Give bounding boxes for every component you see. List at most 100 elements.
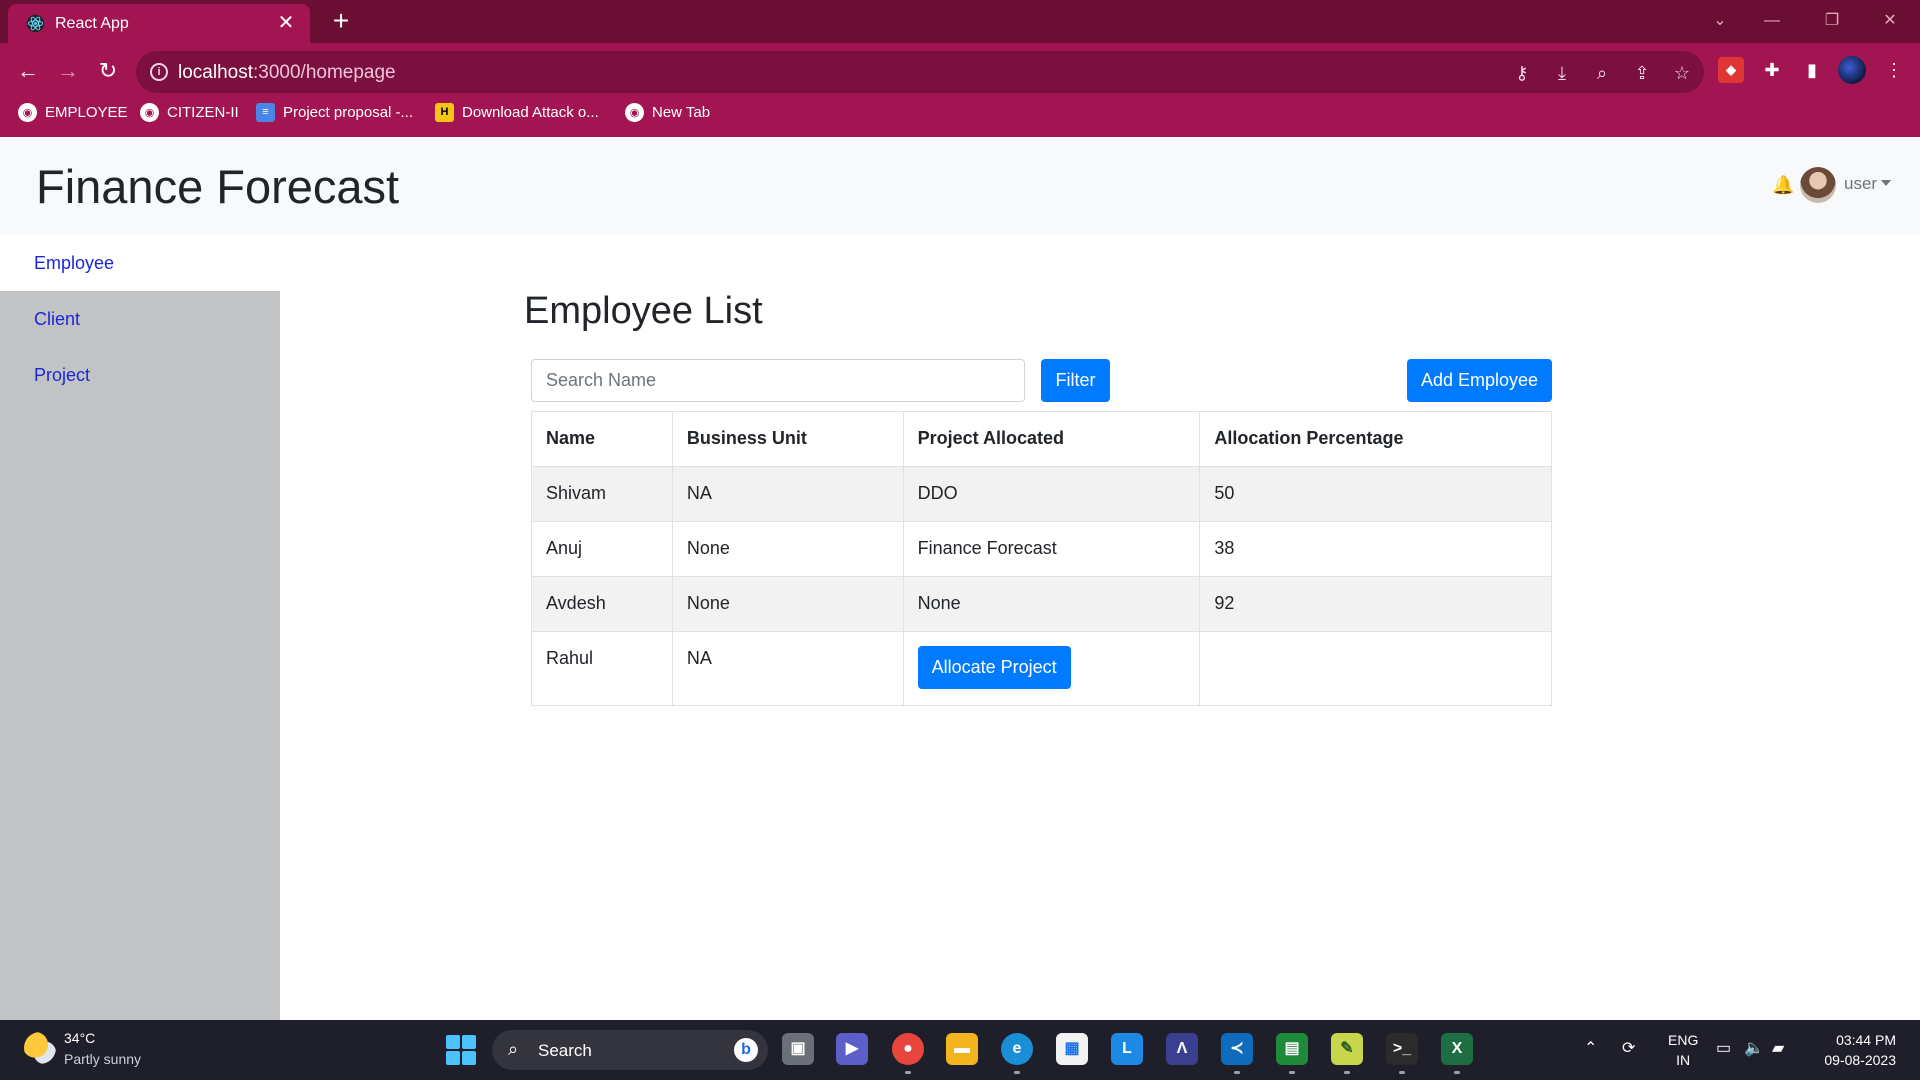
- system-clock[interactable]: 03:44 PM 09-08-2023: [1808, 1030, 1896, 1070]
- bing-icon[interactable]: b: [734, 1038, 758, 1062]
- browser-tab[interactable]: React App ✕: [8, 4, 310, 43]
- weather-temperature[interactable]: 34°C: [64, 1030, 95, 1046]
- user-label: user: [1844, 174, 1878, 193]
- add-employee-button[interactable]: Add Employee: [1407, 359, 1552, 402]
- weather-condition[interactable]: Partly sunny: [64, 1051, 141, 1067]
- bookmark-item[interactable]: ◉ CITIZEN-II: [140, 98, 239, 126]
- table-row: Shivam NA DDO 50: [531, 466, 1552, 522]
- side-panel-icon[interactable]: ▮: [1798, 56, 1826, 84]
- globe-icon: ◉: [625, 102, 644, 122]
- sidebar-item-employee[interactable]: Employee: [0, 235, 280, 291]
- l-app-icon[interactable]: L: [1111, 1033, 1143, 1065]
- cell-percentage: [1199, 631, 1552, 706]
- sidebar-item-client[interactable]: Client: [0, 291, 280, 347]
- react-logo-icon: [26, 14, 45, 33]
- bookmark-item[interactable]: ◉ New Tab: [625, 98, 710, 126]
- user-menu[interactable]: user: [1844, 174, 1892, 194]
- filter-button[interactable]: Filter: [1041, 359, 1110, 402]
- chrome-icon[interactable]: ●: [892, 1033, 924, 1074]
- cell-percentage: 50: [1199, 466, 1552, 522]
- zoom-icon[interactable]: ⌕: [1590, 61, 1614, 85]
- cell-business-unit: NA: [671, 466, 904, 522]
- browser-menu-icon[interactable]: ⋮: [1880, 56, 1908, 84]
- clock-date: 09-08-2023: [1824, 1052, 1896, 1068]
- bookmark-item[interactable]: H Download Attack o...: [435, 98, 599, 126]
- restore-icon[interactable]: ❐: [1812, 6, 1852, 36]
- cell-name: Avdesh: [531, 576, 673, 632]
- bookmark-label: Download Attack o...: [462, 103, 599, 121]
- arc-app-icon[interactable]: Λ: [1166, 1033, 1198, 1065]
- cell-name: Anuj: [531, 521, 673, 577]
- bookmark-star-icon[interactable]: ☆: [1670, 61, 1694, 85]
- tab-search-icon[interactable]: ⌄: [1700, 6, 1740, 36]
- windows-taskbar: 34°C Partly sunny ⌕ Search b ▣ ▶ ● ▬ e ▦…: [0, 1020, 1920, 1080]
- cell-business-unit: NA: [671, 631, 904, 706]
- taskbar-search[interactable]: ⌕ Search b: [492, 1030, 768, 1070]
- cell-business-unit: None: [671, 576, 904, 632]
- table-row: Rahul NA Allocate Project: [531, 631, 1552, 706]
- terminal-icon[interactable]: >_: [1386, 1033, 1418, 1074]
- tab-close-icon[interactable]: ✕: [274, 11, 298, 35]
- employee-table: Name Business Unit Project Allocated All…: [531, 411, 1552, 706]
- bookmark-label: EMPLOYEE: [45, 103, 128, 121]
- profile-avatar-icon[interactable]: [1838, 56, 1866, 84]
- extensions-puzzle-icon[interactable]: ✚: [1758, 56, 1786, 84]
- sync-icon[interactable]: ⟳: [1622, 1038, 1635, 1060]
- vscode-icon[interactable]: ≺: [1221, 1033, 1253, 1074]
- column-header-allocation-percentage: Allocation Percentage: [1199, 411, 1552, 467]
- notepad-app-icon[interactable]: ✎: [1331, 1033, 1363, 1074]
- allocate-project-button[interactable]: Allocate Project: [917, 646, 1071, 689]
- teams-chat-icon[interactable]: ▶: [836, 1033, 868, 1065]
- extension-icon[interactable]: ◆: [1718, 57, 1744, 83]
- table-row: Anuj None Finance Forecast 38: [531, 521, 1552, 577]
- search-input[interactable]: [531, 359, 1025, 402]
- url-text: localhost:3000/homepage: [178, 62, 396, 84]
- chevron-up-icon[interactable]: ⌃: [1584, 1038, 1597, 1060]
- new-tab-button[interactable]: +: [326, 6, 356, 36]
- yellow-bookmark-icon: H: [435, 102, 454, 122]
- windows-start-icon[interactable]: [446, 1035, 476, 1065]
- language-code: ENG: [1668, 1032, 1699, 1048]
- cell-name: Rahul: [531, 631, 673, 706]
- microsoft-store-icon[interactable]: ▦: [1056, 1033, 1088, 1065]
- minimize-icon[interactable]: —: [1752, 6, 1792, 36]
- bookmark-item[interactable]: ≡ Project proposal -...: [256, 98, 413, 126]
- taskbar-search-label: Search: [538, 1041, 592, 1060]
- task-view-icon[interactable]: ▣: [782, 1033, 814, 1065]
- weather-icon[interactable]: [24, 1032, 56, 1064]
- sidebar-item-project[interactable]: Project: [0, 347, 280, 403]
- bookmark-label: Project proposal -...: [283, 103, 414, 121]
- file-explorer-icon[interactable]: ▬: [946, 1033, 978, 1065]
- clock-time: 03:44 PM: [1836, 1032, 1896, 1048]
- share-icon[interactable]: ⇪: [1630, 61, 1654, 85]
- avatar[interactable]: [1800, 167, 1836, 203]
- bookmark-item[interactable]: ◉ EMPLOYEE: [18, 98, 128, 126]
- bookmark-label: CITIZEN-II: [167, 103, 239, 121]
- install-app-icon[interactable]: ⤓: [1550, 61, 1574, 85]
- password-key-icon[interactable]: ⚷: [1510, 61, 1534, 85]
- battery-icon[interactable]: ▰: [1772, 1038, 1784, 1060]
- language-indicator[interactable]: ENG IN: [1668, 1030, 1698, 1070]
- back-icon[interactable]: ←: [12, 55, 44, 87]
- column-header-project-allocated: Project Allocated: [902, 411, 1201, 467]
- green-app-icon[interactable]: ▤: [1276, 1033, 1308, 1074]
- excel-icon[interactable]: X: [1441, 1033, 1473, 1074]
- chevron-down-icon: [1881, 180, 1892, 186]
- site-info-icon[interactable]: i: [150, 63, 168, 81]
- sidebar: Employee Client Project: [0, 235, 280, 1020]
- globe-icon: ◉: [140, 102, 159, 122]
- volume-icon[interactable]: 🔈: [1744, 1038, 1764, 1060]
- app-header: Finance Forecast 🔔 user: [0, 137, 1920, 235]
- column-header-business-unit: Business Unit: [671, 411, 904, 467]
- reload-icon[interactable]: ↻: [92, 55, 124, 87]
- close-window-icon[interactable]: ✕: [1870, 6, 1910, 36]
- browser-toolbar: ← → ↻ i localhost:3000/homepage ⚷ ⤓ ⌕ ⇪ …: [0, 43, 1920, 137]
- forward-icon[interactable]: →: [52, 55, 84, 87]
- column-header-name: Name: [531, 411, 673, 467]
- notification-bell-icon[interactable]: 🔔: [1772, 175, 1794, 195]
- table-header-row: Name Business Unit Project Allocated All…: [531, 411, 1552, 467]
- edge-icon[interactable]: e: [1001, 1033, 1033, 1074]
- display-icon[interactable]: ▭: [1716, 1038, 1731, 1060]
- address-bar[interactable]: i localhost:3000/homepage ⚷ ⤓ ⌕ ⇪ ☆: [136, 51, 1704, 93]
- browser-tab-strip: React App ✕ + ⌄ — ❐ ✕: [0, 0, 1920, 43]
